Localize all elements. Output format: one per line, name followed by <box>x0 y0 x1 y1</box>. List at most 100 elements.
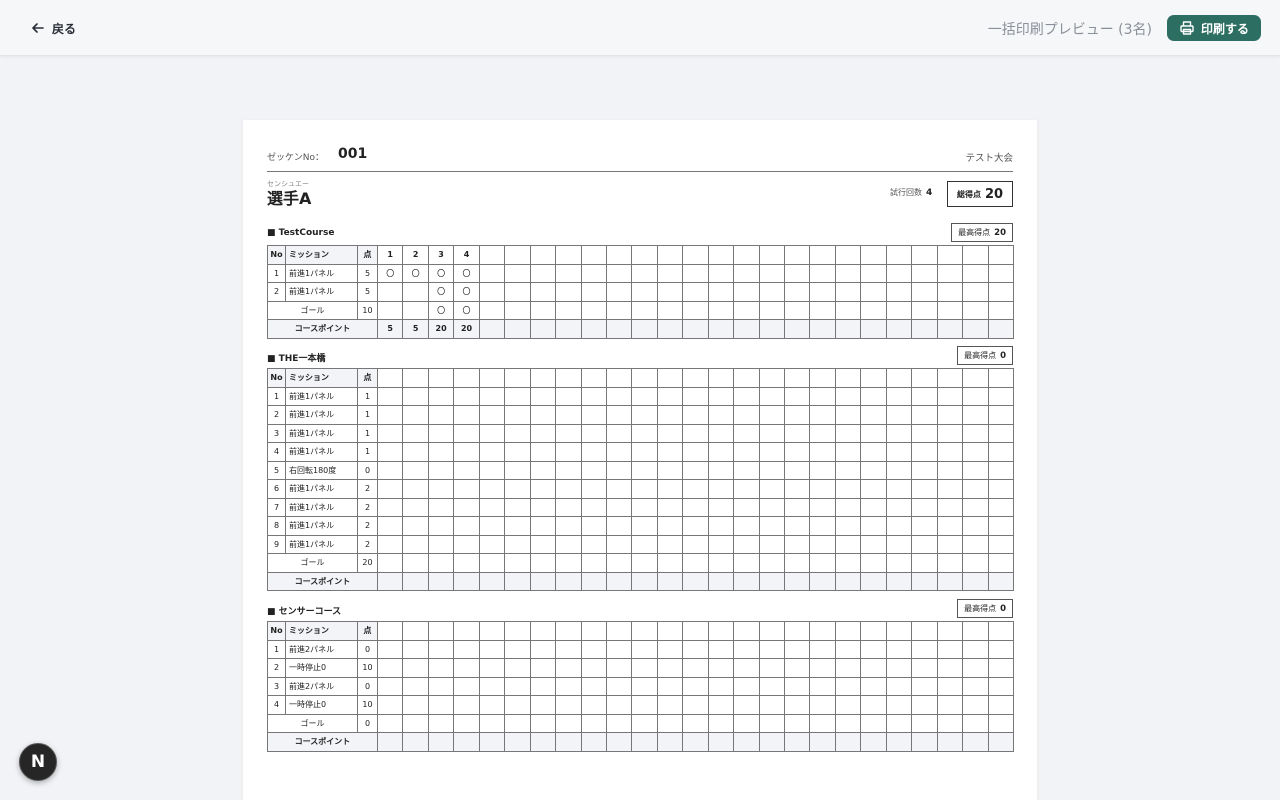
attempt-cell <box>809 695 836 715</box>
attempt-cell <box>936 553 964 573</box>
attempt-cell <box>376 639 404 659</box>
attempt-cell <box>427 639 455 659</box>
attempt-cell <box>656 282 684 302</box>
column-header-attempt <box>580 368 607 388</box>
course-points-cell <box>580 571 607 591</box>
column-header-attempt <box>707 621 735 641</box>
score-table: No ミッション点 1 2 3 4 1 前進1パネル 5 〇〇〇〇 2 前進1パネル 5 〇〇ゴール 10 〇… <box>267 245 1014 339</box>
attempt-cell <box>656 553 684 573</box>
column-header-no: No <box>267 368 286 388</box>
attempt-cell <box>427 497 455 517</box>
attempt-cell <box>656 534 684 554</box>
course-points-cell <box>936 571 964 591</box>
attempt-cell <box>707 639 735 659</box>
attempt-cell <box>631 497 658 517</box>
attempt-cell <box>707 658 735 678</box>
attempt-cell <box>834 386 862 406</box>
best-score-label: 最高得点 <box>958 228 991 237</box>
attempt-cell <box>860 282 887 302</box>
column-header-attempt <box>478 368 506 388</box>
points-cell: 20 <box>357 553 378 573</box>
attempt-cell <box>707 516 735 536</box>
attempt-cell <box>656 497 684 517</box>
course-points-cell <box>860 571 887 591</box>
attempt-cell <box>707 553 735 573</box>
attempt-cell <box>682 282 709 302</box>
attempt-cell <box>733 534 760 554</box>
attempt-cell <box>478 479 506 499</box>
attempt-cell <box>911 386 938 406</box>
best-score-box: 最高得点 0 <box>957 346 1013 365</box>
print-button[interactable]: 印刷する <box>1167 15 1261 41</box>
attempt-cell <box>834 300 862 320</box>
course-points-cell <box>555 732 582 752</box>
attempt-cell <box>656 695 684 715</box>
attempt-cell <box>936 423 964 443</box>
attempt-cell <box>682 460 709 480</box>
attempt-cell <box>555 658 582 678</box>
attempt-cell <box>885 423 913 443</box>
attempt-cell <box>707 479 735 499</box>
attempt-cell <box>580 658 607 678</box>
mission-cell: ゴール <box>267 713 358 733</box>
column-header-attempt <box>936 368 964 388</box>
attempt-cell <box>783 695 811 715</box>
course-points-cell <box>453 732 480 752</box>
attempt-cell <box>631 658 658 678</box>
attempt-cell <box>504 695 531 715</box>
table-row: 6 前進1パネル 2 <box>267 479 1014 499</box>
back-button[interactable]: 戻る <box>30 18 76 38</box>
attempt-cell <box>733 639 760 659</box>
course-points-cell <box>911 319 938 339</box>
printer-icon <box>1180 21 1194 35</box>
attempt-cell <box>427 516 455 536</box>
attempt-cell <box>707 695 735 715</box>
course-points-cell <box>885 319 913 339</box>
dev-tools-badge[interactable]: N <box>19 743 57 781</box>
column-header-attempt <box>478 621 506 641</box>
attempt-cell <box>783 300 811 320</box>
course-points-cell <box>682 732 709 752</box>
attempt-cell <box>402 282 429 302</box>
table-row: 3 前進1パネル 1 <box>267 423 1014 443</box>
attempt-cell <box>529 423 557 443</box>
attempt-cell <box>911 442 938 462</box>
attempt-cell <box>911 300 938 320</box>
attempt-cell <box>402 460 429 480</box>
column-header-attempt <box>682 621 709 641</box>
attempt-cell: 〇 <box>402 263 429 283</box>
attempt-cell <box>478 534 506 554</box>
course-points-cell <box>529 571 557 591</box>
attempt-cell <box>478 282 506 302</box>
attempt-cell <box>580 713 607 733</box>
course-points-cell <box>555 571 582 591</box>
score-table: No ミッション点 1 前進1パネル 1 2 前進1パネル 1 3 前進1パネル 1 4 前進1パネル 1… <box>267 368 1014 591</box>
attempt-cell <box>987 282 1014 302</box>
attempt-cell <box>402 553 429 573</box>
attempt-cell <box>656 386 684 406</box>
row-number: 1 <box>267 263 286 283</box>
attempt-cell <box>555 639 582 659</box>
table-row: ゴール 20 <box>267 553 1014 573</box>
attempt-cell <box>809 300 836 320</box>
table-row: 5 右回転180度 0 <box>267 460 1014 480</box>
attempt-cell <box>402 713 429 733</box>
attempt-cell <box>682 386 709 406</box>
attempt-cell <box>504 497 531 517</box>
best-score-label: 最高得点 <box>964 604 997 613</box>
points-cell: 0 <box>357 676 378 696</box>
attempt-cell <box>529 695 557 715</box>
column-header-attempt <box>987 621 1014 641</box>
course-title: ■ THE一本橋 <box>267 354 326 364</box>
attempt-cell <box>453 423 480 443</box>
attempt-cell <box>402 639 429 659</box>
mission-cell: 前進1パネル <box>285 263 358 283</box>
attempt-cell <box>707 386 735 406</box>
attempt-cell <box>911 497 938 517</box>
attempt-cell <box>580 479 607 499</box>
attempt-cell <box>885 282 913 302</box>
attempt-cell <box>809 639 836 659</box>
attempt-cell <box>860 676 887 696</box>
attempt-cell <box>860 658 887 678</box>
attempt-cell <box>834 516 862 536</box>
